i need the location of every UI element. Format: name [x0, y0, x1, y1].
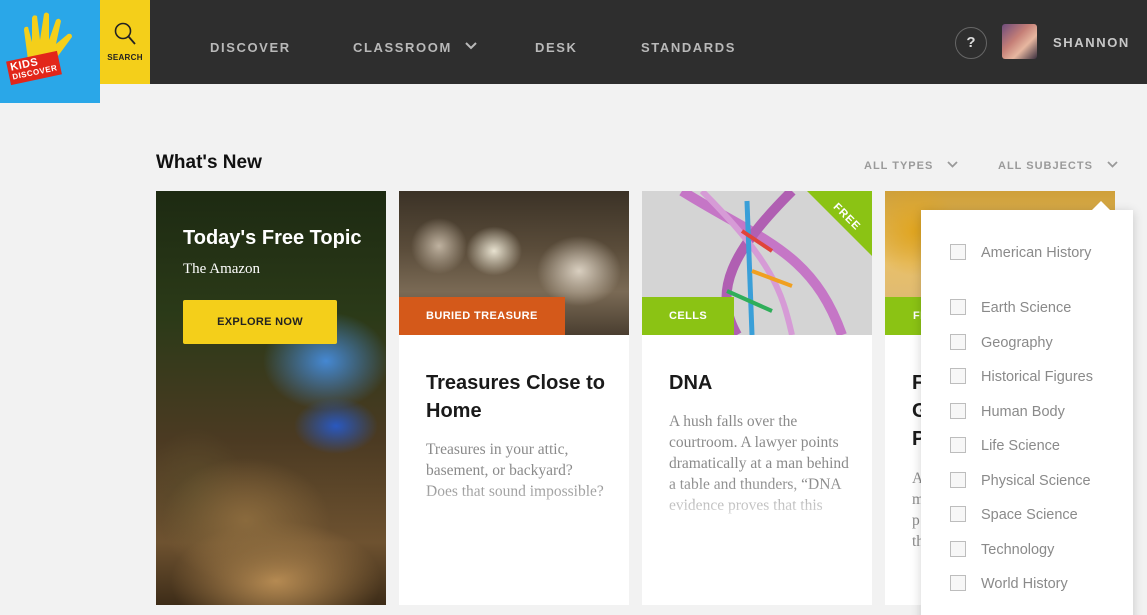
help-button[interactable]: ? [955, 27, 987, 59]
subject-label: Technology [981, 542, 1055, 558]
search-label: SEARCH [107, 53, 143, 62]
card-title: DNA [669, 372, 713, 394]
explore-now-button[interactable]: EXPLORE NOW [183, 300, 337, 344]
kids-discover-logo[interactable]: KIDS DISCOVER [0, 0, 100, 103]
subjects-dropdown: American History Earth Science Geography… [921, 201, 1133, 615]
search-icon [114, 22, 136, 45]
search-button[interactable]: SEARCH [100, 0, 150, 84]
checkbox[interactable] [950, 368, 966, 384]
checkbox[interactable] [950, 506, 966, 522]
filter-all-subjects[interactable]: ALL SUBJECTS [998, 160, 1118, 172]
card-tag: BURIED TREASURE [399, 297, 565, 335]
free-topic-feature-card[interactable]: Today's Free Topic The Amazon EXPLORE NO… [156, 191, 386, 605]
nav-classroom-label: CLASSROOM [353, 40, 452, 55]
feature-title: Today's Free Topic [183, 227, 362, 249]
checkbox[interactable] [950, 541, 966, 557]
checkbox[interactable] [950, 575, 966, 591]
checkbox[interactable] [950, 244, 966, 260]
feature-subtitle: The Amazon [183, 261, 261, 277]
avatar[interactable] [1002, 24, 1037, 59]
chevron-down-icon [1107, 161, 1118, 168]
card-tag: CELLS [642, 297, 735, 335]
nav-standards[interactable]: STANDARDS [641, 40, 736, 55]
topic-card-dna[interactable]: FREE CELLS DNA A hush falls over the cou… [642, 191, 872, 605]
subject-label: Human Body [981, 404, 1065, 420]
subject-label: American History [981, 245, 1092, 261]
chevron-down-icon [465, 42, 477, 50]
card-fade [642, 481, 872, 531]
checkbox[interactable] [950, 299, 966, 315]
username[interactable]: SHANNON [1053, 35, 1130, 50]
card-title: Treasures Close to Home [426, 372, 605, 422]
subject-label: Space Science [981, 507, 1078, 523]
filter-all-types-label: ALL TYPES [864, 160, 934, 172]
nav-desk[interactable]: DESK [535, 40, 578, 55]
checkbox[interactable] [950, 403, 966, 419]
checkbox[interactable] [950, 472, 966, 488]
card-fade [399, 481, 629, 531]
filter-all-subjects-label: ALL SUBJECTS [998, 160, 1093, 172]
subject-label: Geography [981, 335, 1053, 351]
logo-wordmark: KIDS DISCOVER [6, 50, 62, 86]
subject-label: Earth Science [981, 300, 1072, 316]
subject-label: Life Science [981, 438, 1060, 454]
filter-all-types[interactable]: ALL TYPES [864, 160, 959, 172]
top-navigation-bar: KIDS DISCOVER SEARCH DISCOVER CLASSROOM … [0, 0, 1147, 103]
subject-label: Historical Figures [981, 369, 1093, 385]
chevron-down-icon [947, 161, 959, 168]
checkbox[interactable] [950, 437, 966, 453]
topic-card-treasures[interactable]: BURIED TREASURE Treasures Close to Home … [399, 191, 629, 605]
subject-label: Physical Science [981, 473, 1091, 489]
subject-label: World History [981, 576, 1068, 592]
section-title: What's New [156, 152, 262, 173]
nav-discover[interactable]: DISCOVER [210, 40, 291, 55]
nav-classroom[interactable]: CLASSROOM [353, 40, 477, 55]
checkbox[interactable] [950, 334, 966, 350]
dropdown-caret [1091, 201, 1111, 211]
